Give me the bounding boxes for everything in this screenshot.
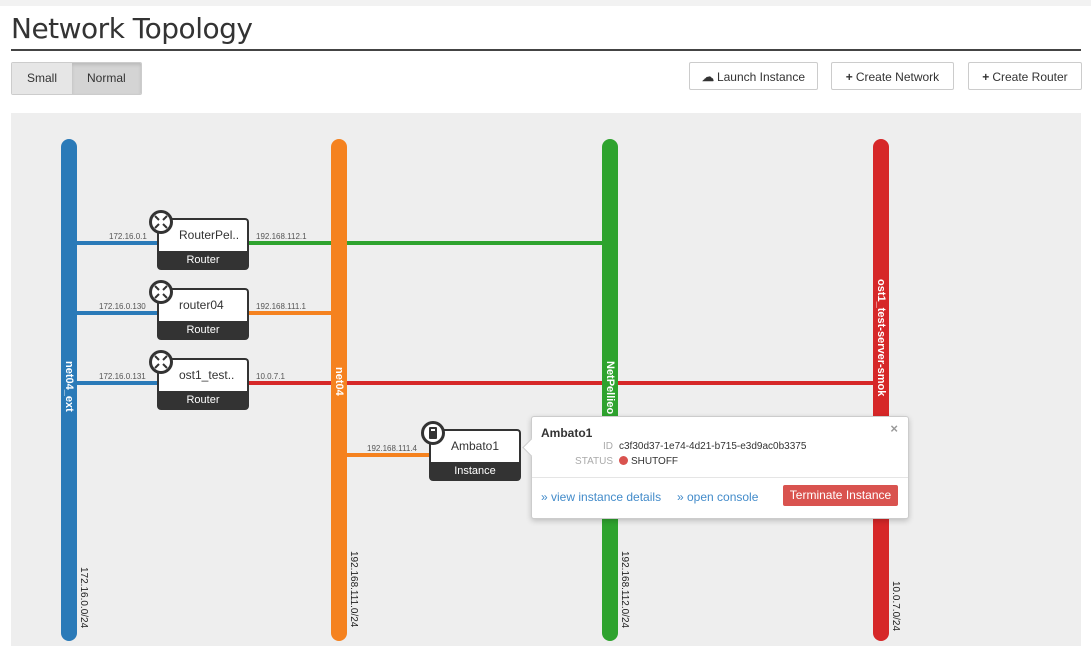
- router-type: Router: [157, 391, 249, 410]
- router-node[interactable]: router04 Router: [149, 280, 249, 340]
- size-normal-button[interactable]: Normal: [72, 63, 141, 94]
- link-router04-ext: [69, 311, 157, 315]
- status-value: SHUTOFF: [619, 456, 678, 467]
- server-icon: [421, 421, 445, 445]
- network-cidr: 192.168.112.0/24: [619, 551, 630, 629]
- ip-label: 192.168.111.4: [367, 444, 417, 453]
- launch-instance-label: Launch Instance: [716, 70, 806, 84]
- ip-label: 172.16.0.1: [109, 232, 147, 241]
- link-ost1-ext: [69, 381, 157, 385]
- router-type: Router: [157, 251, 249, 270]
- status-label: STATUS: [575, 456, 613, 467]
- instance-node[interactable]: Ambato1 Instance: [421, 421, 521, 481]
- status-text: SHUTOFF: [631, 456, 679, 467]
- router-type: Router: [157, 321, 249, 340]
- network-netpellieo[interactable]: NetPellieo: [602, 139, 618, 641]
- popup-divider: [532, 477, 908, 478]
- status-dot-icon: [619, 456, 628, 465]
- ip-label: 172.16.0.131: [99, 372, 146, 381]
- create-network-button[interactable]: + Create Network: [831, 62, 954, 90]
- topology-canvas: net04_ext 172.16.0.0/24 net04 192.168.11…: [11, 113, 1081, 646]
- close-icon[interactable]: ×: [890, 421, 898, 436]
- plus-icon: +: [982, 70, 990, 84]
- link-routerpel-netpellieo: [249, 241, 610, 245]
- create-router-label: Create Router: [992, 70, 1068, 84]
- ip-label: 192.168.112.1: [256, 232, 307, 241]
- ip-label: 192.168.111.1: [256, 302, 306, 311]
- id-label: ID: [603, 441, 613, 452]
- size-small-button[interactable]: Small: [12, 63, 73, 94]
- page-title: Network Topology: [11, 12, 253, 45]
- link-routerpel-ext: [69, 241, 157, 245]
- create-network-label: Create Network: [855, 70, 940, 84]
- size-toggle: Small Normal: [11, 62, 142, 95]
- plus-icon: +: [845, 70, 853, 84]
- ip-label: 172.16.0.130: [99, 302, 146, 311]
- create-router-button[interactable]: + Create Router: [968, 62, 1082, 90]
- router-node[interactable]: ost1_test.. Router: [149, 350, 249, 410]
- ip-label: 10.0.7.1: [256, 372, 285, 381]
- title-divider: [11, 49, 1081, 51]
- launch-instance-button[interactable]: ☁ Launch Instance: [689, 62, 818, 90]
- network-name: net04: [333, 367, 345, 396]
- router-node[interactable]: RouterPel.. Router: [149, 210, 249, 270]
- network-ost1-test-server-smok[interactable]: ost1_test-server-smok: [873, 139, 889, 641]
- instance-type: Instance: [429, 462, 521, 481]
- instance-id: c3f30d37-1e74-4d21-b715-e3d9ac0b3375: [619, 441, 807, 452]
- cloud-upload-icon: ☁: [701, 70, 714, 84]
- popup-instance-name: Ambato1: [541, 426, 593, 440]
- router-icon: [149, 210, 173, 234]
- network-name: NetPellieo: [604, 361, 616, 415]
- open-console-link[interactable]: » open console: [677, 490, 758, 504]
- network-cidr: 192.168.111.0/24: [348, 551, 359, 628]
- router-icon: [149, 350, 173, 374]
- link-ambato-net04: [339, 453, 429, 457]
- network-name: net04_ext: [63, 361, 75, 412]
- popup-arrow: [522, 438, 541, 457]
- view-instance-details-link[interactable]: » view instance details: [541, 490, 661, 504]
- terminate-instance-button[interactable]: Terminate Instance: [783, 485, 898, 506]
- network-net04-ext[interactable]: net04_ext: [61, 139, 77, 641]
- network-name: ost1_test-server-smok: [875, 279, 887, 397]
- network-cidr: 172.16.0.0/24: [78, 567, 89, 629]
- instance-popup: Ambato1 × ID c3f30d37-1e74-4d21-b715-e3d…: [522, 416, 909, 519]
- network-net04[interactable]: net04: [331, 139, 347, 641]
- top-strip: [0, 0, 1091, 6]
- router-icon: [149, 280, 173, 304]
- link-router04-net04: [249, 311, 339, 315]
- network-cidr: 10.0.7.0/24: [890, 581, 901, 632]
